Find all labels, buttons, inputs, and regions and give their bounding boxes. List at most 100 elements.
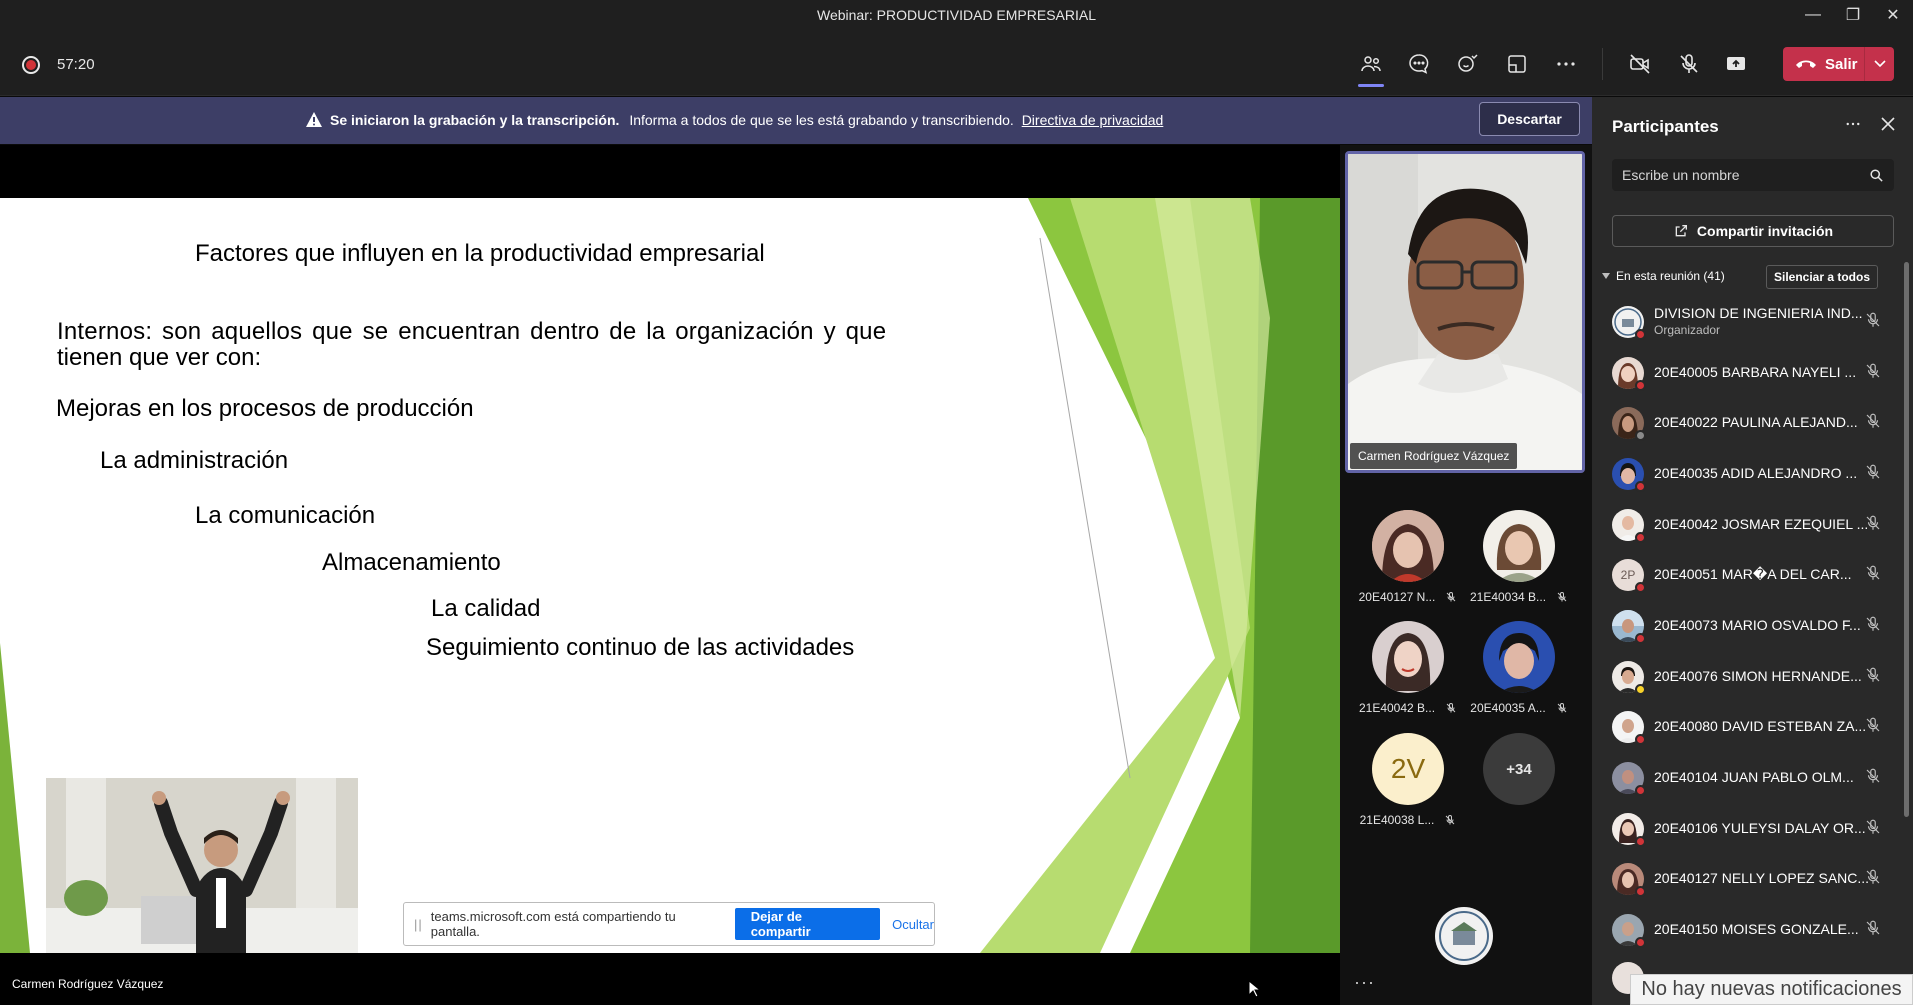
notification-toast: No hay nuevas notificaciones	[1630, 974, 1913, 1005]
close-window-icon[interactable]: ✕	[1873, 0, 1913, 30]
participant-tile[interactable]: 20E40035 A...	[1464, 621, 1574, 715]
participant-tile-name: 20E40127 N...	[1358, 590, 1436, 604]
participant-tile[interactable]: 21E40034 B...	[1464, 510, 1574, 604]
people-button[interactable]	[1351, 44, 1391, 84]
minimize-icon[interactable]: —	[1793, 0, 1833, 30]
status-badge	[1635, 582, 1646, 593]
chat-button[interactable]	[1399, 44, 1439, 84]
presentation-slide: Factores que influyen en la productivida…	[0, 198, 1340, 953]
participant-row[interactable]: 20E40106 YULEYSI DALAY OR...	[1592, 804, 1902, 854]
panel-more-icon[interactable]	[1844, 115, 1862, 138]
camera-toggle-button[interactable]	[1620, 44, 1660, 84]
panel-title: Participantes	[1612, 117, 1719, 136]
restore-icon[interactable]: ❐	[1833, 0, 1873, 30]
slide-item: La comunicación	[195, 502, 376, 529]
people-icon	[1361, 56, 1381, 72]
participant-role: Organizador	[1654, 323, 1721, 337]
mouse-cursor-icon	[1248, 980, 1260, 998]
panel-close-icon[interactable]	[1879, 115, 1897, 138]
mic-off-icon	[1866, 312, 1880, 327]
participant-row[interactable]: 20E40080 DAVID ESTEBAN ZA...	[1592, 702, 1902, 752]
participant-name: 20E40022 PAULINA ALEJAND...	[1654, 414, 1858, 430]
chevron-down-icon	[1602, 273, 1610, 279]
participant-row[interactable]: DIVISION DE INGENIERIA IND... Organizado…	[1592, 297, 1902, 347]
avatar	[1483, 510, 1555, 582]
participant-row[interactable]: 20E40104 JUAN PABLO OLM...	[1592, 753, 1902, 803]
participant-name: 20E40005 BARBARA NAYELI ...	[1654, 364, 1857, 380]
slide-photo	[46, 778, 358, 953]
share-invite-button[interactable]: Compartir invitación	[1612, 215, 1894, 247]
stop-sharing-button[interactable]: Dejar de compartir	[734, 908, 881, 940]
participant-tile[interactable]: 21E40042 B...	[1353, 621, 1463, 715]
mic-toggle-button[interactable]	[1669, 44, 1709, 84]
in-meeting-section-toggle[interactable]: En esta reunión (41)	[1602, 269, 1725, 283]
avatar	[1612, 357, 1646, 391]
dismiss-banner-button[interactable]: Descartar	[1479, 102, 1580, 136]
participant-row[interactable]: 20E40035 ADID ALEJANDRO ...	[1592, 449, 1902, 499]
slide-item: La administración	[100, 447, 289, 474]
slide-intro-line2: tienen que ver con:	[57, 344, 262, 371]
mic-off-icon	[1557, 703, 1567, 713]
more-participants-count: +34	[1483, 733, 1555, 805]
participant-row[interactable]: 20E40005 BARBARA NAYELI ...	[1592, 348, 1902, 398]
leave-options-chevron-icon[interactable]	[1864, 47, 1894, 81]
slide-item: Almacenamiento	[322, 549, 501, 576]
participant-name: 20E40051 MAR�A DEL CAR...	[1654, 566, 1852, 582]
participant-row[interactable]: 20E40127 NELLY LOPEZ SANC...	[1592, 854, 1902, 904]
banner-message: Se iniciaron la grabación y la transcrip…	[330, 112, 1163, 128]
participant-row[interactable]: 20E40073 MARIO OSVALDO F...	[1592, 601, 1902, 651]
rail-more-options-icon[interactable]: ···	[1354, 972, 1375, 993]
participant-name: 20E40150 MOISES GONZALE...	[1654, 921, 1859, 937]
hide-bar-link[interactable]: Ocultar	[892, 917, 934, 932]
recording-banner: Se iniciaron la grabación y la transcrip…	[0, 97, 1592, 144]
recording-icon	[22, 56, 40, 74]
avatar: 2P	[1612, 559, 1646, 593]
mic-off-icon	[1446, 815, 1455, 825]
participant-tile[interactable]: 2V 21E40038 L...	[1353, 733, 1463, 827]
avatar	[1612, 711, 1646, 745]
share-icon	[1675, 225, 1687, 237]
avatar	[1612, 509, 1646, 543]
status-badge	[1635, 532, 1646, 543]
more-participants-tile[interactable]: +34	[1464, 733, 1574, 805]
drag-handle-icon[interactable]: ||	[414, 917, 423, 932]
search-placeholder: Escribe un nombre	[1622, 167, 1740, 183]
sharing-notification-bar: || teams.microsoft.com está compartiendo…	[403, 902, 935, 946]
participant-row[interactable]: 2P 20E40051 MAR�A DEL CAR...	[1592, 550, 1902, 600]
share-screen-icon	[1727, 57, 1745, 70]
slide-item: Mejoras en los procesos de producción	[56, 395, 474, 422]
participant-list-scrollbar[interactable]	[1904, 262, 1909, 817]
status-badge	[1635, 380, 1646, 391]
status-badge	[1635, 836, 1646, 847]
status-badge	[1635, 633, 1646, 644]
mute-all-button[interactable]: Silenciar a todos	[1766, 265, 1878, 289]
reactions-icon	[1458, 54, 1478, 72]
presenter-video[interactable]	[1345, 151, 1585, 473]
reactions-button[interactable]	[1448, 44, 1488, 84]
participant-tile[interactable]: 20E40127 N...	[1353, 510, 1463, 604]
share-screen-button[interactable]	[1716, 44, 1756, 84]
leave-button[interactable]: Salir	[1783, 47, 1894, 81]
slide-intro-line1: Internos: son aquellos que se encuentran…	[57, 318, 887, 345]
participant-search-input[interactable]: Escribe un nombre	[1612, 159, 1894, 191]
status-badge	[1635, 937, 1646, 948]
organizer-avatar[interactable]	[1435, 907, 1493, 965]
participant-row[interactable]: 20E40022 PAULINA ALEJAND...	[1592, 398, 1902, 448]
status-badge	[1635, 430, 1646, 441]
participant-row[interactable]: 20E40150 MOISES GONZALE...	[1592, 905, 1902, 955]
avatar	[1612, 661, 1646, 695]
mic-off-icon	[1866, 819, 1880, 834]
more-actions-button[interactable]	[1546, 44, 1586, 84]
participants-panel: Participantes Escribe un nombre Comparti…	[1592, 97, 1913, 1005]
mic-off-icon	[1866, 413, 1880, 428]
active-tab-indicator	[1358, 84, 1384, 87]
banner-bold-text: Se iniciaron la grabación y la transcrip…	[330, 112, 620, 128]
mic-off-icon	[1866, 515, 1880, 530]
participant-name: 20E40073 MARIO OSVALDO F...	[1654, 617, 1861, 633]
participant-row[interactable]: 20E40042 JOSMAR EZEQUIEL ...	[1592, 500, 1902, 550]
participant-tile-name: 21E40042 B...	[1358, 701, 1436, 715]
leave-label: Salir	[1825, 55, 1858, 73]
participant-row[interactable]: 20E40076 SIMON HERNANDE...	[1592, 652, 1902, 702]
rooms-button[interactable]	[1497, 44, 1537, 84]
privacy-policy-link[interactable]: Directiva de privacidad	[1022, 112, 1164, 128]
